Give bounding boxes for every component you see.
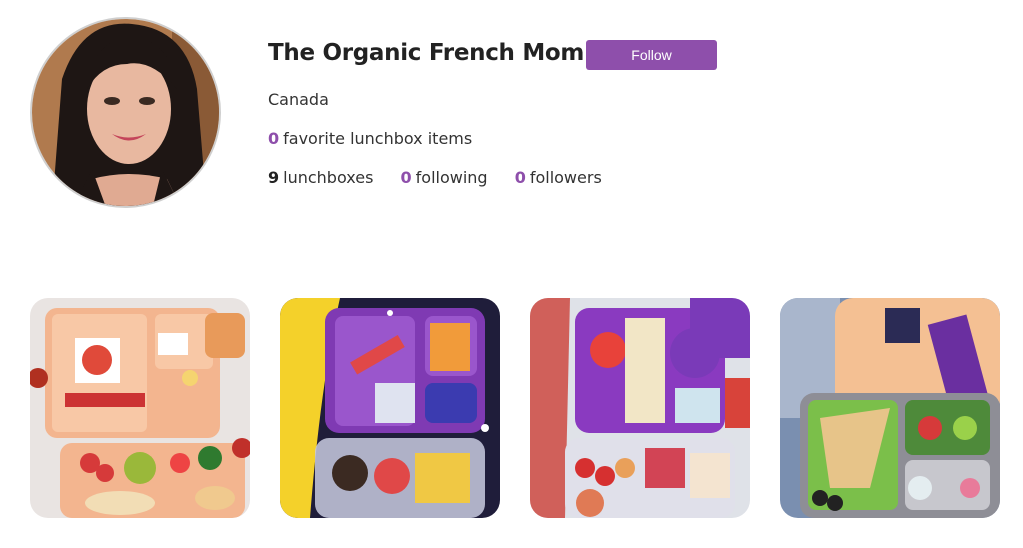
lunchboxes-stat[interactable]: 9 lunchboxes [268, 168, 373, 187]
lunchbox-photo-2[interactable] [280, 298, 500, 518]
lunchbox-photo-4[interactable] [780, 298, 1000, 518]
lunchbox-photo-1[interactable] [30, 298, 250, 518]
profile-stats: 9 lunchboxes 0 following 0 followers [268, 168, 624, 187]
following-count: 0 [400, 168, 412, 187]
lunchbox-photo-3[interactable] [530, 298, 750, 518]
profile-location: Canada [268, 90, 329, 109]
followers-count: 0 [514, 168, 526, 187]
followers-label: followers [529, 168, 602, 187]
lunchboxes-count: 9 [268, 168, 280, 187]
favorites-count: 0 [268, 129, 280, 148]
following-stat[interactable]: 0 following [401, 168, 488, 187]
following-label: following [415, 168, 488, 187]
follow-button[interactable]: Follow [586, 40, 717, 70]
profile-avatar [30, 17, 221, 208]
profile-name: The Organic French Mom [268, 40, 585, 66]
favorites-stat[interactable]: 0 favorite lunchbox items [268, 129, 472, 148]
followers-stat[interactable]: 0 followers [515, 168, 602, 187]
favorites-label: favorite lunchbox items [283, 129, 473, 148]
lunchboxes-label: lunchboxes [283, 168, 374, 187]
